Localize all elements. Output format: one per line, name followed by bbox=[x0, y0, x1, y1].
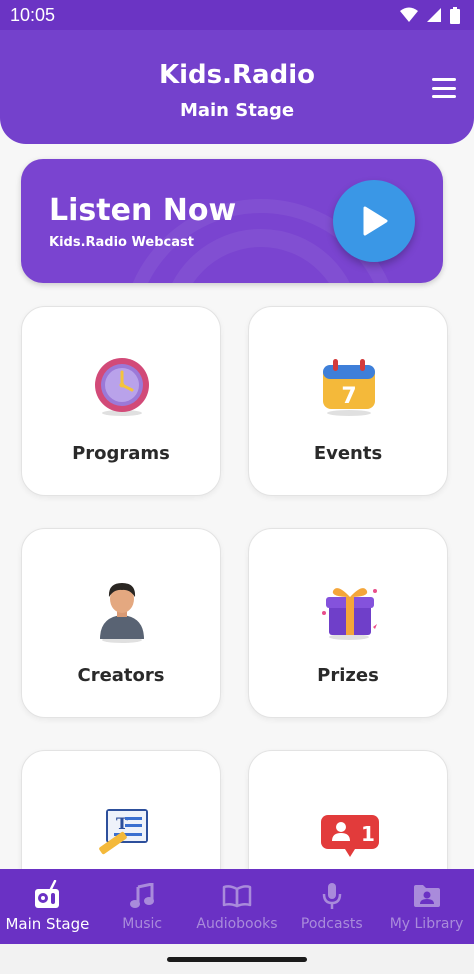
page-subtitle: Main Stage bbox=[179, 100, 295, 121]
nav-label: Music bbox=[122, 915, 163, 932]
listen-now-banner[interactable]: Listen Now Kids.Radio Webcast bbox=[21, 159, 443, 283]
system-gesture-bar bbox=[0, 944, 474, 974]
cell-signal-icon bbox=[427, 8, 441, 22]
battery-icon bbox=[450, 6, 460, 24]
nav-label: My Library bbox=[389, 915, 464, 932]
radio-icon bbox=[32, 879, 62, 909]
nav-item-my-library[interactable]: My Library bbox=[379, 869, 474, 944]
card-label: Programs bbox=[72, 443, 170, 464]
library-folder-icon bbox=[413, 882, 441, 910]
app-title: Kids.Radio bbox=[159, 60, 315, 90]
status-bar: 10:05 bbox=[0, 0, 474, 30]
calendar-icon: 7 bbox=[319, 357, 379, 417]
status-time: 10:05 bbox=[10, 4, 56, 25]
nav-label: Podcasts bbox=[300, 915, 363, 932]
listen-subheading: Kids.Radio Webcast bbox=[49, 235, 194, 250]
nav-label: Audiobooks bbox=[196, 915, 278, 932]
svg-text:7: 7 bbox=[341, 384, 356, 409]
card-label: Creators bbox=[77, 665, 165, 686]
writing-pencil-icon: T bbox=[92, 801, 152, 861]
card-programs[interactable]: Programs bbox=[21, 306, 221, 496]
card-events[interactable]: 7 Events bbox=[248, 306, 448, 496]
listen-heading: Listen Now bbox=[49, 193, 237, 228]
home-indicator[interactable] bbox=[167, 956, 307, 962]
gift-box-icon bbox=[319, 579, 379, 640]
nav-item-podcasts[interactable]: Podcasts bbox=[284, 869, 379, 944]
nav-item-main-stage[interactable]: Main Stage bbox=[0, 869, 95, 944]
svg-text:T: T bbox=[116, 814, 128, 833]
card-label: Prizes bbox=[317, 665, 379, 686]
nav-label: Main Stage bbox=[5, 914, 90, 933]
creator-avatar-icon bbox=[92, 579, 152, 643]
bottom-navigation: Main Stage Music Audiobooks Podcasts My … bbox=[0, 869, 474, 944]
hamburger-menu-icon[interactable] bbox=[432, 78, 456, 98]
play-icon bbox=[363, 206, 388, 236]
svg-text:1: 1 bbox=[361, 822, 375, 846]
app-header: Kids.Radio Main Stage bbox=[0, 30, 474, 144]
card-creators[interactable]: Creators bbox=[21, 528, 221, 718]
card-prizes[interactable]: Prizes bbox=[248, 528, 448, 718]
nav-item-music[interactable]: Music bbox=[95, 869, 190, 944]
notification-badge-icon: 1 bbox=[319, 801, 379, 861]
microphone-icon bbox=[322, 882, 342, 910]
wifi-icon bbox=[400, 7, 418, 22]
card-label: Events bbox=[313, 443, 383, 464]
music-note-icon bbox=[130, 882, 155, 910]
clock-icon bbox=[92, 357, 152, 417]
status-icons bbox=[400, 6, 460, 24]
nav-item-audiobooks[interactable]: Audiobooks bbox=[190, 869, 285, 944]
open-book-icon bbox=[222, 882, 252, 910]
play-button[interactable] bbox=[333, 180, 415, 262]
